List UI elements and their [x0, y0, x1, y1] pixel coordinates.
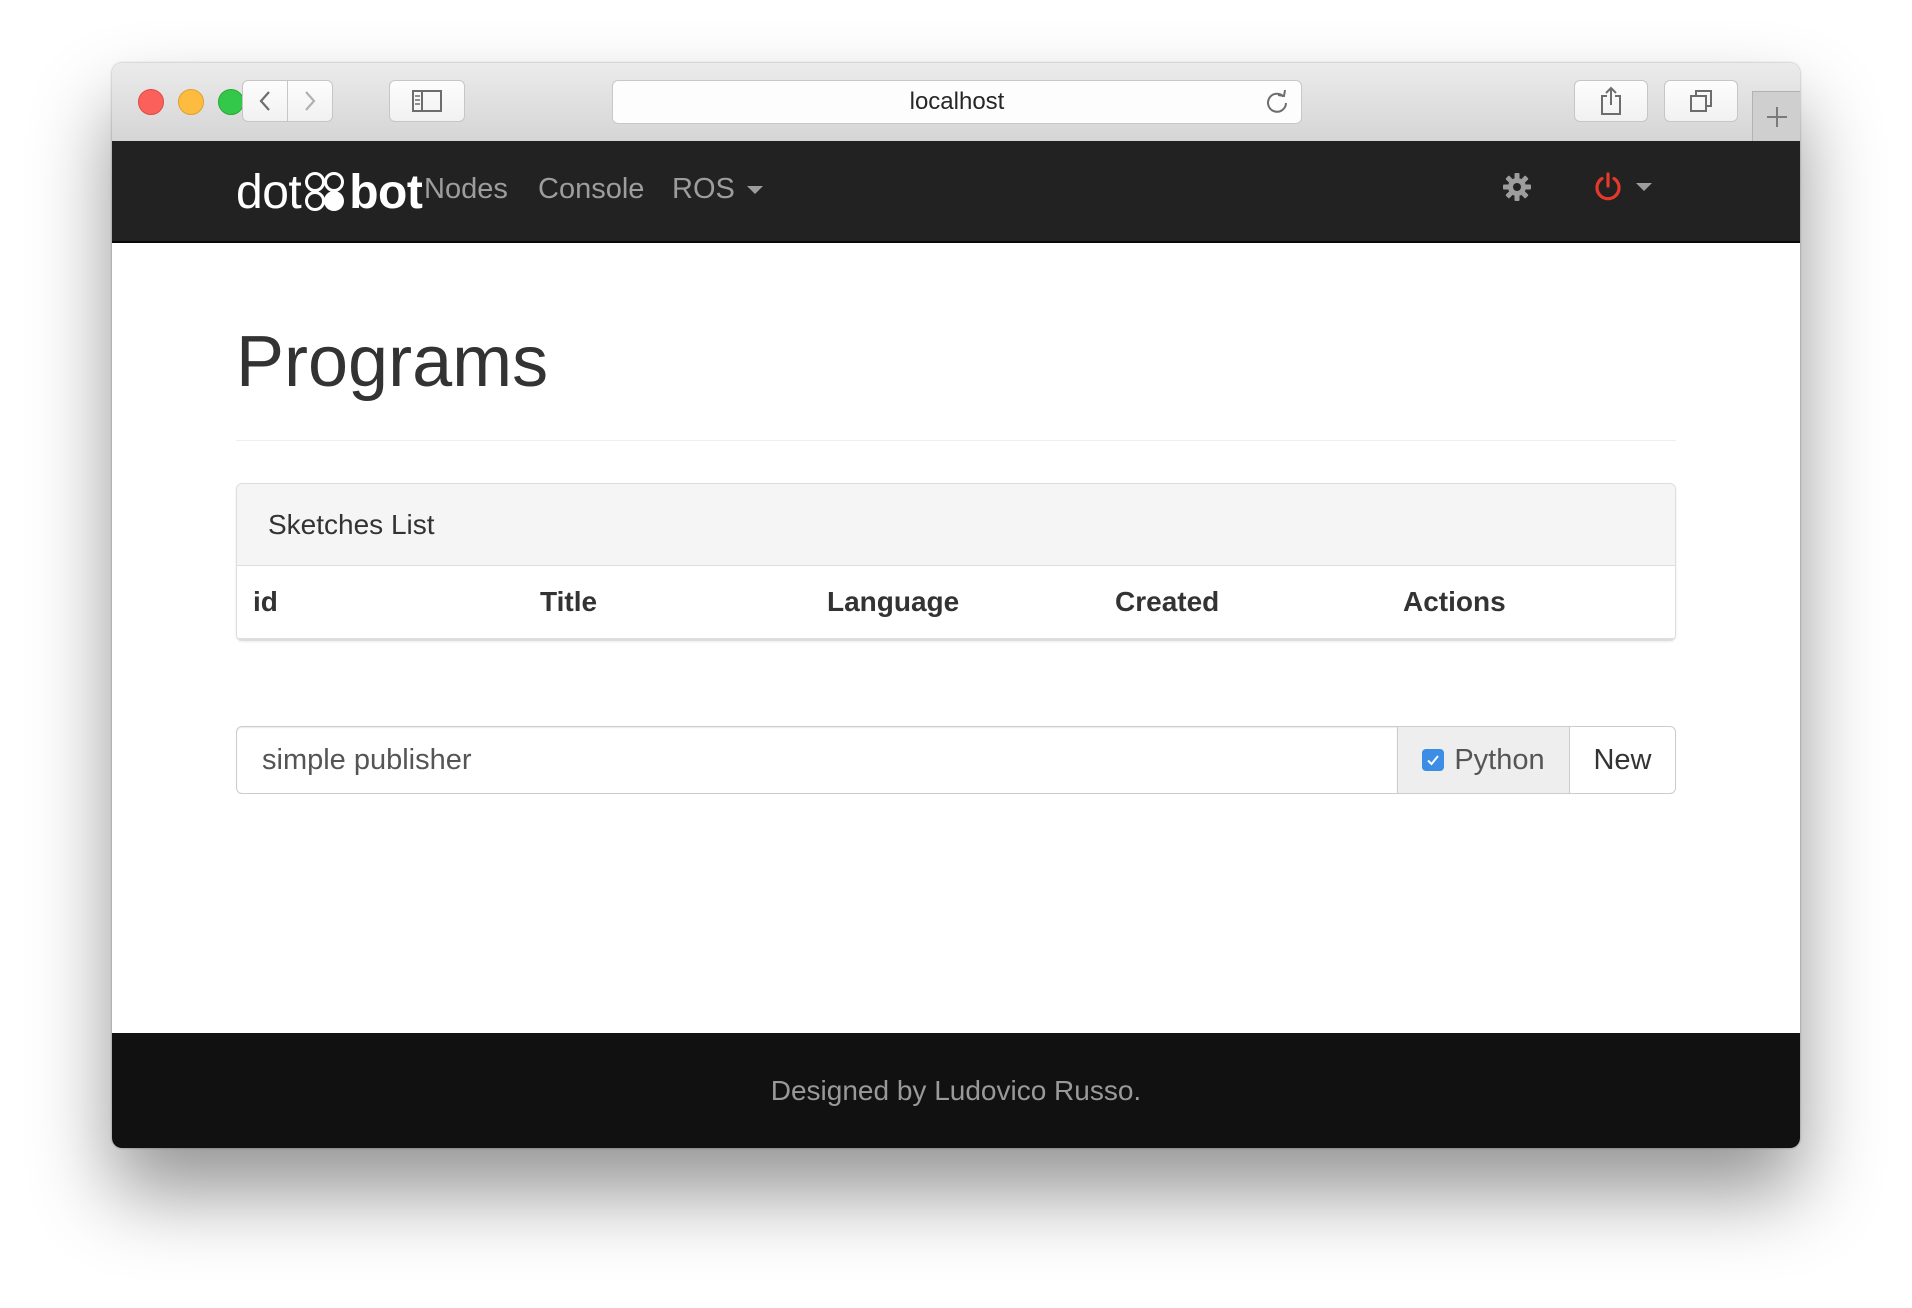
chevron-right-icon	[305, 91, 316, 111]
column-header-language: Language	[827, 586, 960, 617]
plus-icon	[1766, 106, 1787, 127]
python-checkbox-label: Python	[1454, 743, 1545, 776]
footer-text: Designed by Ludovico Russo.	[770, 1074, 1142, 1106]
nav-link-console[interactable]: Console	[538, 173, 644, 206]
caret-down-icon	[1636, 183, 1652, 191]
checkmark-icon	[1427, 755, 1440, 766]
share-icon	[1601, 86, 1621, 115]
caret-down-icon	[746, 185, 763, 194]
python-checkbox-addon[interactable]: Python	[1398, 726, 1570, 794]
new-sketch-form: simple publisher Python New	[236, 726, 1676, 794]
python-checkbox[interactable]	[1422, 749, 1445, 771]
tabs-icon	[1690, 90, 1712, 112]
forward-button[interactable]	[287, 80, 333, 122]
page-title: Programs	[236, 322, 549, 402]
top-navbar: dot bot Nodes Console ROS	[112, 141, 1800, 243]
nav-dropdown-ros[interactable]: ROS	[672, 173, 763, 206]
power-icon	[1595, 172, 1621, 201]
back-button[interactable]	[242, 80, 288, 122]
zoom-window-button[interactable]	[218, 89, 244, 115]
column-header-actions: Actions	[1403, 586, 1506, 617]
column-header-id: id	[253, 586, 278, 617]
close-window-button[interactable]	[138, 89, 164, 115]
reload-icon[interactable]	[1263, 88, 1291, 116]
sketches-panel: Sketches List id Title Language Created …	[236, 483, 1676, 641]
nav-link-ros-label: ROS	[672, 173, 735, 205]
sketch-title-input[interactable]: simple publisher	[236, 726, 1398, 794]
minimize-window-button[interactable]	[178, 89, 204, 115]
share-button[interactable]	[1574, 80, 1648, 122]
new-tab-button[interactable]	[1752, 91, 1800, 141]
power-dropdown[interactable]	[1592, 171, 1652, 203]
nav-link-nodes[interactable]: Nodes	[424, 173, 508, 206]
brand-logo[interactable]: dot bot	[236, 165, 423, 219]
panel-heading: Sketches List	[237, 484, 1675, 566]
gear-icon[interactable]	[1502, 172, 1532, 202]
brand-text-right: bot	[349, 165, 423, 219]
title-divider	[236, 440, 1676, 441]
sidebar-icon	[412, 90, 442, 112]
logo-dots-icon	[305, 172, 345, 211]
address-bar[interactable]: localhost	[612, 80, 1302, 124]
chevron-left-icon	[259, 91, 270, 111]
table-header-row: id Title Language Created Actions	[237, 566, 1675, 640]
new-sketch-button[interactable]: New	[1570, 726, 1676, 794]
url-text: localhost	[909, 88, 1005, 115]
column-header-title: Title	[540, 586, 598, 617]
column-header-created: Created	[1115, 586, 1220, 617]
page-footer: Designed by Ludovico Russo.	[112, 1033, 1800, 1148]
brand-text-left: dot	[236, 165, 302, 219]
sidebar-button[interactable]	[389, 80, 465, 122]
browser-toolbar: localhost	[112, 63, 1800, 142]
tabs-overview-button[interactable]	[1664, 80, 1738, 122]
browser-window: localhost dot bot Nodes Console ROS Prog…	[112, 63, 1800, 1148]
sketch-title-value: simple publisher	[262, 743, 472, 776]
